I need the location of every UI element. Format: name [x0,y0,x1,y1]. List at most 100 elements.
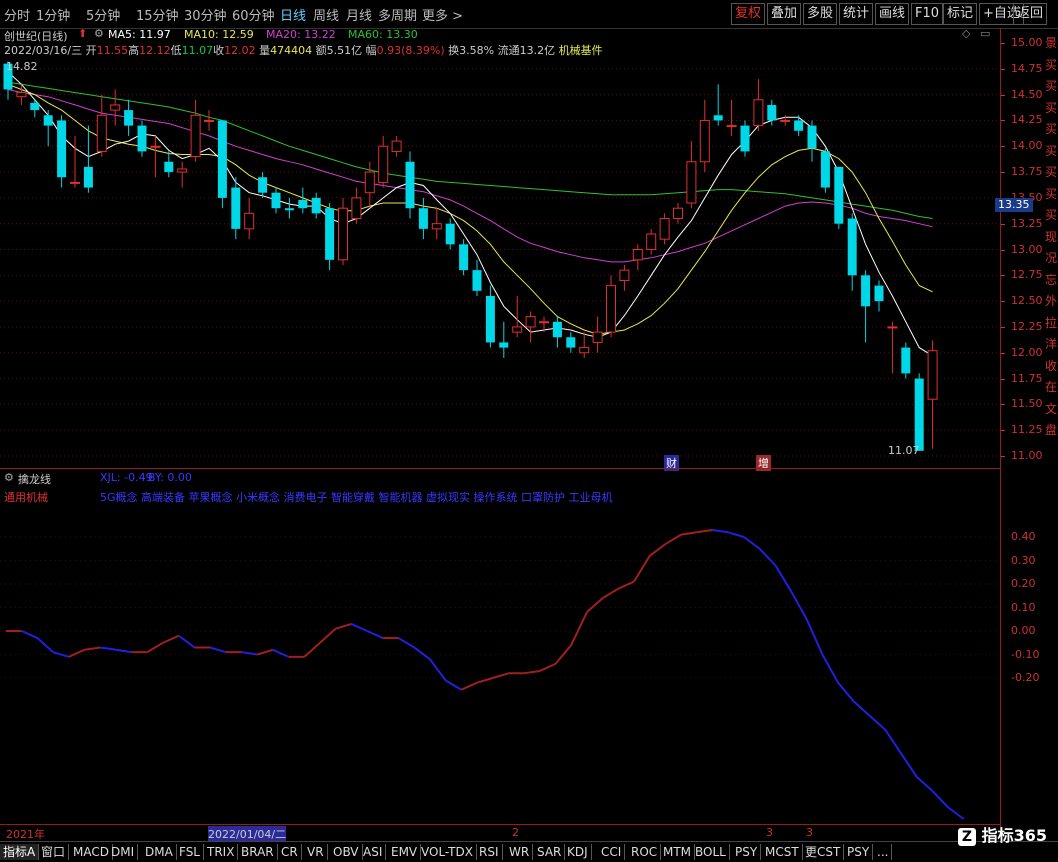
indicator-tab[interactable]: WR [506,844,534,860]
period-weekly[interactable]: 周线 [313,5,339,24]
indicator-tab[interactable]: RSI [476,844,503,860]
candle-body-down [914,378,924,451]
oscillator-segment [476,677,493,684]
oscillator-segment [413,646,431,661]
oscillator-segment [36,637,54,653]
f10-button[interactable]: F10 [911,3,944,25]
indicator-tab[interactable]: MCST [762,844,803,860]
draw-button[interactable]: 画线 [875,3,910,25]
multi-stock-button[interactable]: 多股 [803,3,838,25]
candle-body-up [364,171,375,194]
candle-body-up [592,331,603,343]
period-60min[interactable]: 60分钟 [232,5,275,24]
side-glyph: 外 [1045,294,1058,308]
period-15min[interactable]: 15分钟 [136,5,179,24]
indicator-tab[interactable]: PSY [844,844,874,860]
indicator-tab[interactable]: BOLL [692,844,730,860]
settings-icon[interactable]: ⚙ [94,27,104,40]
indicator-tab[interactable]: KDJ [564,844,592,860]
oscillator-segment [837,682,855,703]
period-fenshi[interactable]: 分时 [4,5,30,24]
indicator-tab[interactable]: CCI [598,844,626,860]
indicator-tab[interactable]: MTM [660,844,696,860]
indicator-tab[interactable]: BRAR [238,844,278,860]
pane-divider [0,468,1000,469]
indicator-tab[interactable]: ROC [628,844,662,860]
mark-button[interactable]: 标记 [943,3,978,25]
candle-body-down [566,337,576,348]
oscillator-segment [319,627,337,644]
candle-body-up [378,145,389,183]
candle-body-up [887,326,898,329]
xjl-value: XJL: -0.49 [100,471,153,484]
ma5-label: MA5: 11.97 [108,28,171,41]
candle-body-down [740,125,750,152]
oscillator-segment [868,714,886,731]
candle-body-up [606,285,616,333]
oscillator-segment [241,651,258,656]
indicator-tab[interactable]: PSY [732,844,762,860]
period-monthly[interactable]: 月线 [346,5,372,24]
candle-body-down [284,208,294,211]
period-multi[interactable]: 多周期 [378,5,417,24]
logo-text: 指标365 [981,826,1047,845]
overlay-button[interactable]: 叠加 [767,3,802,25]
by-value: BY: 0.00 [148,471,192,484]
indicator-tab[interactable]: TRIX [204,844,239,860]
candle-body-up [699,119,710,163]
indicator-tab[interactable]: DMA [142,844,177,860]
stats-button[interactable]: 统计 [839,3,874,25]
candlestick-chart[interactable] [0,56,1000,468]
indicator-settings-icon[interactable]: ⚙ [4,471,14,484]
osc-tick-label: 0.40 [1011,530,1036,543]
date-label: 3 [766,826,773,839]
candle-body-up [16,92,27,98]
indicator-tab[interactable]: VOL-TDX [418,844,477,860]
indicator-tab[interactable]: FSL [176,844,204,860]
indicator-tab[interactable]: ... [874,844,893,860]
candle-body-down [472,270,482,291]
fuquan-button[interactable]: 复权 [731,3,766,25]
diamond-icon[interactable]: ◇ [962,27,970,40]
oscillator-segment [664,533,682,545]
oscillator-chart[interactable] [0,505,1000,824]
indicator-tab[interactable]: 更CST [802,844,845,860]
indicator-tabs: 指标A 窗口 MACD DMI DMA FSL TRIX BRAR CR VR OBV ASI EMV V… [0,841,1058,862]
max-price-label: 14.82 [6,60,38,73]
period-30min[interactable]: 30分钟 [184,5,227,24]
indicator-tab[interactable]: CR [278,844,302,860]
candle-body-up [244,212,255,230]
oscillator-segment [680,531,697,536]
period-1min[interactable]: 1分钟 [36,5,70,24]
indicator-tab[interactable]: OBV [330,844,363,860]
indicator-tab[interactable]: 窗口 [38,844,70,860]
oscillator-segment [21,630,38,639]
period-5min[interactable]: 5分钟 [86,5,120,24]
oscillator-segment [523,669,540,675]
indicator-tab[interactable]: ASI [360,844,387,860]
candle-body-up [673,207,683,220]
indicator-tab[interactable]: EMV [388,844,422,860]
side-glyph: 现 [1045,229,1058,244]
oscillator-segment [445,679,462,691]
indicator-tab[interactable]: 指标A [0,844,40,860]
date-label: 2 [512,826,519,839]
oscillator-segment [947,806,965,820]
candle-body-down [124,110,134,126]
period-daily[interactable]: 日线 [280,5,306,24]
indicator-tab[interactable]: VR [304,844,328,860]
oscillator-segment [758,548,777,566]
indicator-tab[interactable]: MACD [70,844,113,860]
price-tick-label: 11.25 [1011,423,1043,437]
indicator-tab[interactable]: SAR [534,844,566,860]
indicator-tab[interactable]: DMI [108,844,139,860]
candle-body-down [30,102,40,111]
candle-body-up [539,321,549,324]
oscillator-segment [303,642,321,658]
indicator-name[interactable]: 擒龙线 [18,471,51,487]
candle-body-up [579,347,590,354]
period-more[interactable]: 更多 > [422,5,463,24]
candle-body-up [512,326,523,333]
expand-icon[interactable]: ▭ [980,27,990,40]
back-button[interactable]: 返回 [1013,3,1048,25]
